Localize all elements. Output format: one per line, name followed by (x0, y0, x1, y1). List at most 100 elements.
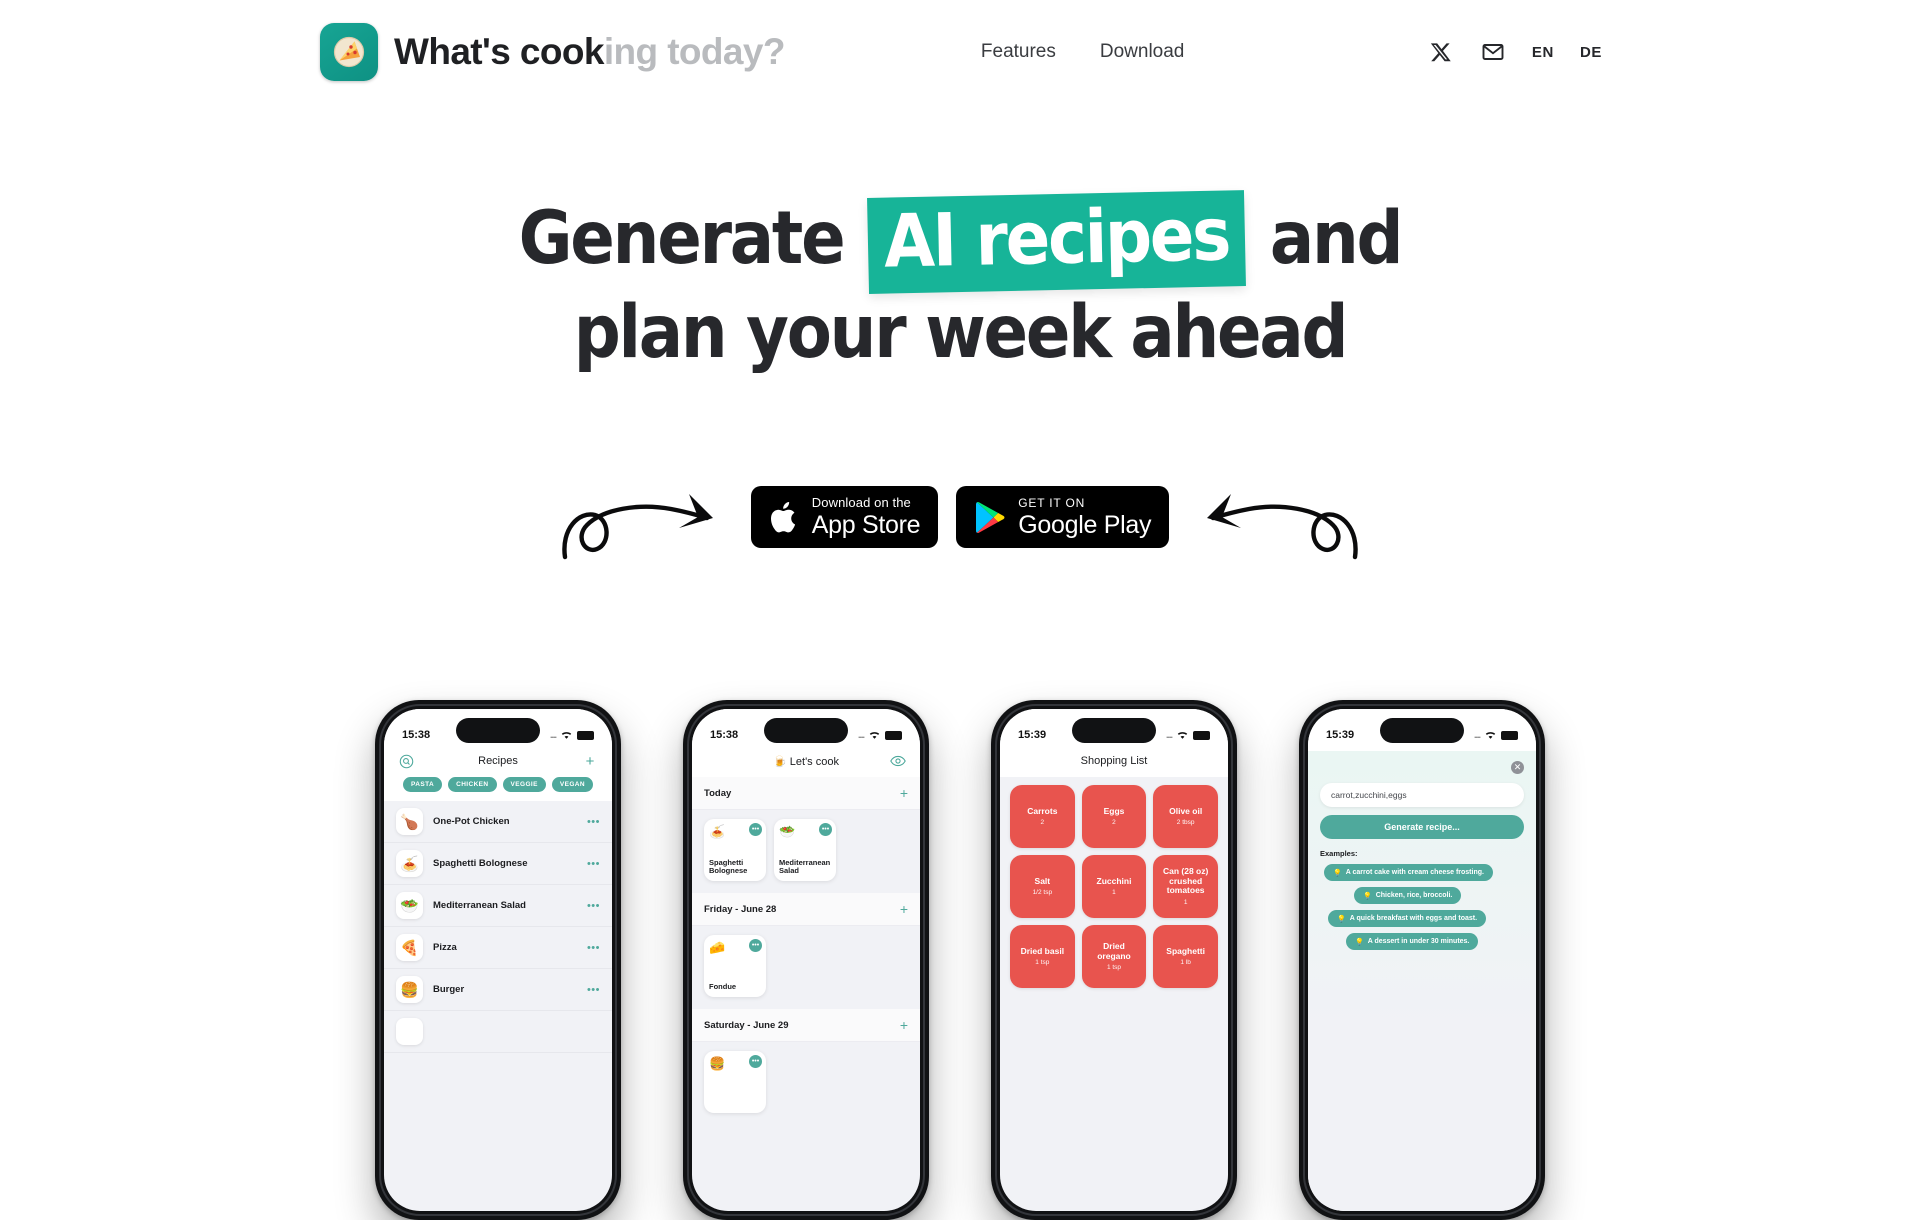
signal-icon: .... (857, 730, 865, 740)
overflow-menu-icon[interactable]: ••• (587, 900, 600, 912)
x-twitter-icon[interactable] (1428, 39, 1454, 65)
filter-chip-veggie[interactable]: VEGGIE (502, 777, 546, 792)
ingredients-input[interactable]: carrot,zucchini,eggs (1320, 783, 1524, 807)
filter-chip-pasta[interactable]: PASTA (403, 777, 443, 792)
item-name: Spaghetti (1166, 945, 1206, 956)
close-icon[interactable]: ✕ (1511, 761, 1524, 774)
shopping-tile[interactable]: Carrots 2 (1010, 785, 1075, 848)
planner-title: 🍺 Let's cook (773, 755, 839, 768)
plus-icon[interactable]: + (582, 753, 598, 770)
headline-highlight: AI recipes (867, 190, 1247, 295)
recipe-emoji: 🥗 (396, 892, 423, 919)
shopping-tile[interactable]: Dried basil 1 tsp (1010, 925, 1075, 988)
list-item[interactable]: 🍕 Pizza ••• (384, 927, 612, 969)
app-store-button[interactable]: Download on the App Store (750, 486, 939, 549)
meal-card[interactable]: 🍔 ••• (704, 1051, 766, 1113)
status-time: 15:39 (1326, 729, 1355, 741)
shopping-list-title: Shopping List (1080, 755, 1148, 767)
shopping-tile[interactable]: Zucchini 1 (1081, 855, 1147, 918)
status-time: 15:38 (710, 729, 739, 741)
header-utilities: EN DE (1428, 39, 1602, 65)
overflow-menu-icon[interactable]: ••• (587, 984, 600, 996)
overflow-menu-icon[interactable]: ••• (749, 939, 762, 952)
wifi-icon (561, 732, 572, 739)
recipe-emoji: 🍝 (396, 850, 423, 877)
overflow-menu-icon[interactable]: ••• (587, 816, 600, 828)
recipes-title: Recipes (478, 755, 518, 767)
filter-chip-vegan[interactable]: VEGAN (551, 777, 593, 792)
mail-icon[interactable] (1480, 39, 1506, 65)
section-label: Friday - June 28 (704, 903, 777, 915)
generate-recipe-button[interactable]: Generate recipe... (1320, 815, 1524, 839)
planner-cards: 🍔 ••• (692, 1042, 920, 1125)
list-item[interactable]: 🍝 Spaghetti Bolognese ••• (384, 843, 612, 885)
wifi-icon (1485, 732, 1496, 739)
item-name: Salt (1034, 875, 1051, 886)
add-meal-icon[interactable]: + (900, 1017, 908, 1033)
filter-chip-chicken[interactable]: CHICKEN (448, 777, 497, 792)
download-buttons-row: Download on the App Store GET IT ON Goog… (0, 462, 1920, 572)
list-item[interactable]: 🥗 Mediterranean Salad ••• (384, 885, 612, 927)
shopping-tile[interactable]: Olive oil 2 tbsp (1153, 785, 1218, 848)
example-chip[interactable]: 💡 A dessert in under 30 minutes. (1346, 933, 1479, 950)
search-icon[interactable] (398, 753, 414, 769)
item-qty: 2 tbsp (1176, 819, 1195, 827)
add-meal-icon[interactable]: + (900, 785, 908, 801)
section-label: Today (704, 787, 732, 799)
example-chip[interactable]: 💡 A quick breakfast with eggs and toast. (1328, 910, 1487, 927)
shopping-tile[interactable]: Salt 1/2 tsp (1010, 855, 1075, 918)
headline-line2: plan your week ahead (573, 290, 1349, 376)
nav-item-download[interactable]: Download (1100, 41, 1185, 63)
item-name: Can (28 oz) crushed tomatoes (1162, 865, 1209, 896)
recipe-emoji: 🍗 (396, 808, 423, 835)
meal-card[interactable]: 🧀 ••• Fondue (704, 935, 766, 997)
shopping-tile[interactable]: Dried oregano 1 tsp (1081, 925, 1147, 988)
hero-section: Generate AI recipes and plan your week a… (0, 104, 1920, 572)
battery-icon (577, 730, 594, 740)
item-qty: 1 (1112, 889, 1116, 897)
meal-name: Spaghetti Bolognese (709, 857, 748, 876)
list-item[interactable]: 🍔 Burger ••• (384, 969, 612, 1011)
phone-shopping-list: 15:39 .... Shopping List Carrots 2 Eggs … (991, 700, 1237, 1220)
overflow-menu-icon[interactable]: ••• (587, 942, 600, 954)
recipe-emoji: 🍕 (396, 934, 423, 961)
recipe-name: Burger (433, 984, 465, 995)
shopping-tile[interactable]: Spaghetti 1 lb (1153, 925, 1218, 988)
headline-post: and (1269, 196, 1404, 281)
battery-icon (1193, 730, 1210, 740)
overflow-menu-icon[interactable]: ••• (587, 858, 600, 870)
item-qty: 1 lb (1180, 959, 1191, 967)
language-option-de[interactable]: DE (1580, 44, 1602, 61)
brand-logo[interactable]: What's cooking today? (320, 23, 785, 81)
example-chip[interactable]: 💡 Chicken, rice, broccoli. (1354, 887, 1462, 904)
bulb-icon: 💡 (1337, 915, 1346, 923)
add-meal-icon[interactable]: + (900, 901, 908, 917)
planner-section-header: Saturday - June 29 + (692, 1009, 920, 1042)
recipe-list: 🍗 One-Pot Chicken ••• 🍝 Spaghetti Bologn… (384, 801, 612, 1053)
overflow-menu-icon[interactable]: ••• (749, 1055, 762, 1068)
recipe-name: One-Pot Chicken (433, 816, 510, 827)
eye-icon[interactable] (890, 753, 906, 769)
phone-notch (1072, 718, 1156, 743)
meal-name: Fondue (709, 982, 737, 992)
meal-card[interactable]: 🍝 ••• Spaghetti Bolognese (704, 819, 766, 881)
shopping-tile[interactable]: Can (28 oz) crushed tomatoes 1 (1153, 855, 1218, 918)
example-chip[interactable]: 💡 A carrot cake with cream cheese frosti… (1324, 864, 1493, 881)
list-item[interactable]: 🍗 One-Pot Chicken ••• (384, 801, 612, 843)
shopping-tile[interactable]: Eggs 2 (1081, 785, 1147, 848)
list-item[interactable] (384, 1011, 612, 1053)
example-text: A carrot cake with cream cheese frosting… (1345, 869, 1484, 876)
google-play-button[interactable]: GET IT ON Google Play (956, 486, 1170, 549)
wifi-icon (1177, 732, 1188, 739)
overflow-menu-icon[interactable]: ••• (819, 823, 832, 836)
section-label: Saturday - June 29 (704, 1019, 789, 1031)
language-option-en[interactable]: EN (1532, 44, 1554, 61)
page-title: What's cooking today? (394, 31, 785, 73)
meal-card[interactable]: 🥗 ••• Mediterranean Salad (774, 819, 836, 881)
brand-title-dim: ing today? (603, 31, 786, 72)
shopping-navbar: Shopping List (1000, 751, 1228, 777)
example-text: A quick breakfast with eggs and toast. (1349, 915, 1478, 922)
app-store-small-label: Download on the (811, 495, 911, 511)
overflow-menu-icon[interactable]: ••• (749, 823, 762, 836)
nav-item-features[interactable]: Features (981, 41, 1056, 63)
